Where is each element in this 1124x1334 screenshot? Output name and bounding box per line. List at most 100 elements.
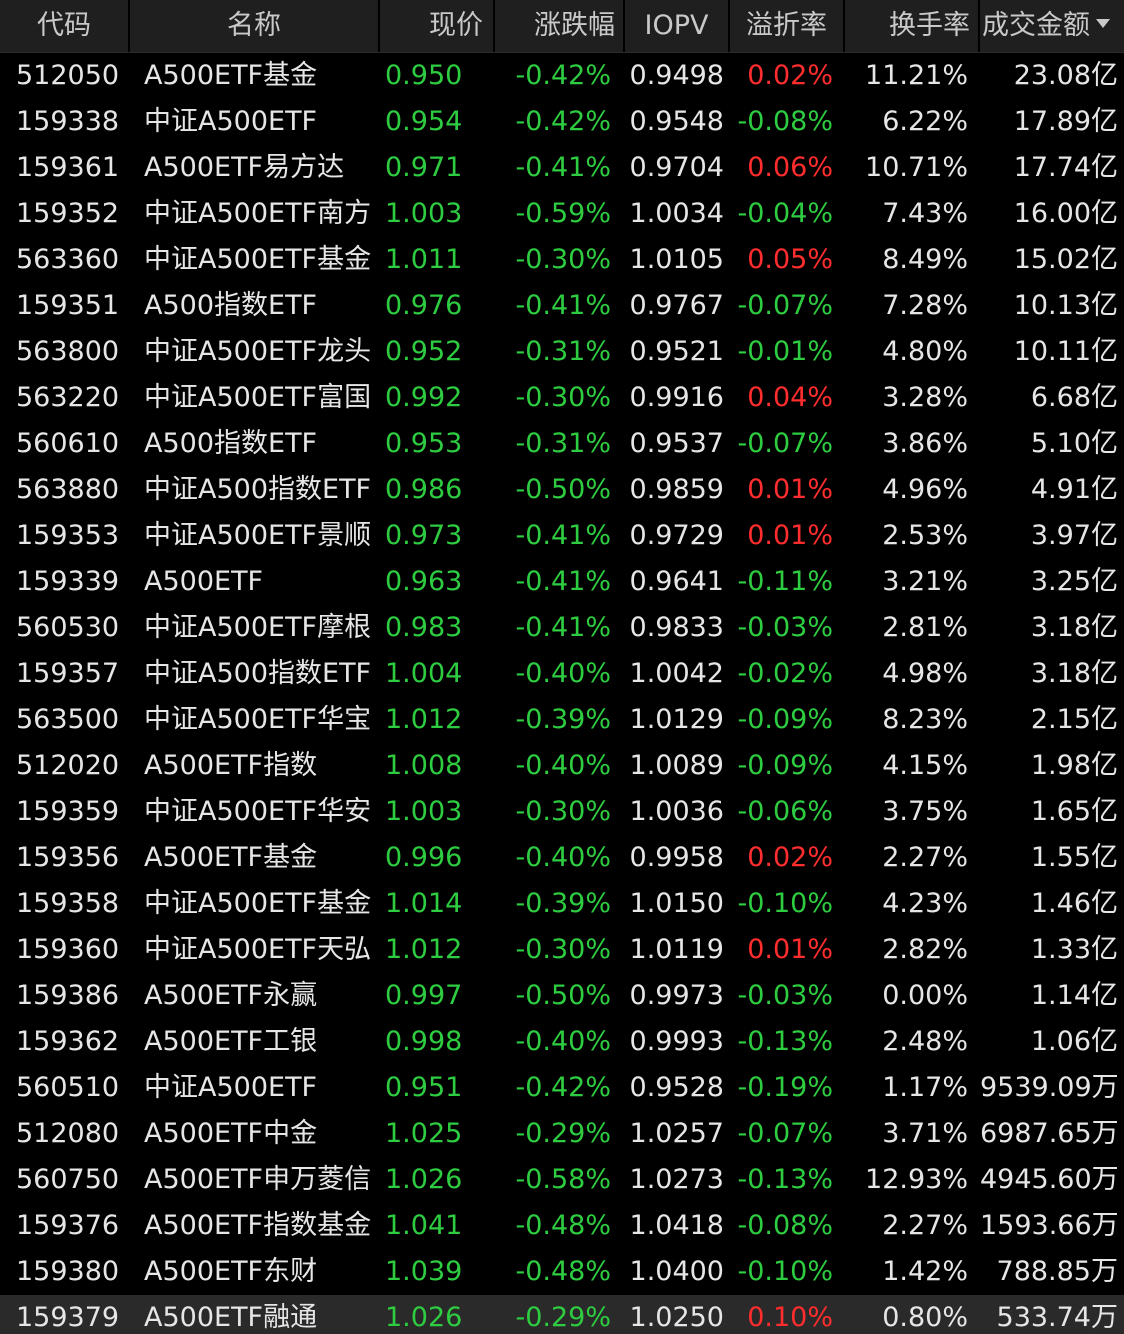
cell-code: 560610 — [16, 428, 120, 459]
cell-code: 159379 — [16, 1302, 120, 1333]
cell-iopv: 0.9528 — [629, 1072, 724, 1103]
cell-turnover: 2.53% — [882, 520, 968, 551]
cell-code: 159362 — [16, 1026, 120, 1057]
table-row[interactable]: 563500 中证A500ETF华宝 1.012 -0.39% 1.0129 -0.09%… — [0, 697, 1124, 743]
cell-change: -0.50% — [515, 980, 611, 1011]
table-row[interactable]: 159380 A500ETF东财 1.039 -0.48% 1.0400 -0.10% 1.… — [0, 1249, 1124, 1295]
cell-amount: 17.89亿 — [1013, 106, 1118, 137]
table-row[interactable]: 159359 中证A500ETF华安 1.003 -0.30% 1.0036 -0.06%… — [0, 789, 1124, 835]
cell-price: 1.012 — [385, 934, 463, 965]
table-row[interactable]: 159376 A500ETF指数基金 1.041 -0.48% 1.0418 -0.08%… — [0, 1203, 1124, 1249]
cell-change: -0.31% — [515, 428, 611, 459]
cell-price: 0.998 — [385, 1026, 463, 1057]
cell-price: 0.954 — [385, 106, 463, 137]
table-row[interactable]: 512020 A500ETF指数 1.008 -0.40% 1.0089 -0.09% 4.… — [0, 743, 1124, 789]
cell-name: 中证A500ETF — [144, 1072, 318, 1103]
cell-name: A500指数ETF — [144, 290, 318, 321]
cell-price: 0.971 — [385, 152, 463, 183]
table-row[interactable]: 563220 中证A500ETF富国 0.992 -0.30% 0.9916 0.04% 3… — [0, 375, 1124, 421]
table-row[interactable]: 563800 中证A500ETF龙头 0.952 -0.31% 0.9521 -0.01%… — [0, 329, 1124, 375]
cell-code: 159360 — [16, 934, 120, 965]
cell-change: -0.39% — [515, 704, 611, 735]
table-row[interactable]: 159361 A500ETF易方达 0.971 -0.41% 0.9704 0.06% 10… — [0, 145, 1124, 191]
cell-premium: 0.02% — [747, 842, 833, 873]
column-header-amount[interactable]: 成交金额 — [980, 0, 1124, 52]
cell-name: A500ETF基金 — [144, 842, 318, 873]
table-row[interactable]: 159352 中证A500ETF南方 1.003 -0.59% 1.0034 -0.04%… — [0, 191, 1124, 237]
table-row[interactable]: 159356 A500ETF基金 0.996 -0.40% 0.9958 0.02% 2.2… — [0, 835, 1124, 881]
cell-iopv: 0.9498 — [629, 60, 724, 91]
column-header-price[interactable]: 现价 — [380, 0, 495, 52]
cell-change: -0.41% — [515, 566, 611, 597]
table-row[interactable]: 159360 中证A500ETF天弘 1.012 -0.30% 1.0119 0.01% 2… — [0, 927, 1124, 973]
column-header-premium[interactable]: 溢折率 — [730, 0, 845, 52]
cell-premium: -0.07% — [737, 428, 833, 459]
cell-code: 159358 — [16, 888, 120, 919]
cell-name: 中证A500ETF基金 — [144, 244, 372, 275]
cell-iopv: 0.9641 — [629, 566, 724, 597]
table-row[interactable]: 159357 中证A500指数ETF 1.004 -0.40% 1.0042 -0.02%… — [0, 651, 1124, 697]
sort-desc-icon[interactable] — [1096, 19, 1110, 28]
cell-iopv: 1.0036 — [629, 796, 724, 827]
cell-price: 1.008 — [385, 750, 463, 781]
cell-code: 512050 — [16, 60, 120, 91]
table-row[interactable]: 560530 中证A500ETF摩根 0.983 -0.41% 0.9833 -0.03%… — [0, 605, 1124, 651]
cell-price: 0.950 — [385, 60, 463, 91]
table-row[interactable]: 563880 中证A500指数ETF 0.986 -0.50% 0.9859 0.01% 4… — [0, 467, 1124, 513]
table-row[interactable]: 159339 A500ETF 0.963 -0.41% 0.9641 -0.11% 3.21… — [0, 559, 1124, 605]
cell-change: -0.59% — [515, 198, 611, 229]
cell-premium: 0.01% — [747, 474, 833, 505]
table-row[interactable]: 563360 中证A500ETF基金 1.011 -0.30% 1.0105 0.05% 8… — [0, 237, 1124, 283]
cell-name: 中证A500指数ETF — [144, 658, 372, 689]
table-row[interactable]: 159353 中证A500ETF景顺 0.973 -0.41% 0.9729 0.01% 2… — [0, 513, 1124, 559]
cell-name: 中证A500ETF富国 — [144, 382, 372, 413]
cell-change: -0.42% — [515, 1072, 611, 1103]
cell-code: 159356 — [16, 842, 120, 873]
column-header-name[interactable]: 名称 — [130, 0, 380, 52]
table-row[interactable]: 560510 中证A500ETF 0.951 -0.42% 0.9528 -0.19% 1.… — [0, 1065, 1124, 1111]
cell-name: A500ETF中金 — [144, 1118, 318, 1149]
column-header-code[interactable]: 代码 — [0, 0, 130, 52]
cell-price: 0.986 — [385, 474, 463, 505]
column-header-change[interactable]: 涨跌幅 — [495, 0, 625, 52]
cell-amount: 3.97亿 — [1030, 520, 1118, 551]
cell-iopv: 0.9704 — [629, 152, 724, 183]
table-row[interactable]: 512050 A500ETF基金 0.950 -0.42% 0.9498 0.02% 11.… — [0, 53, 1124, 99]
column-header-iopv[interactable]: IOPV — [625, 0, 730, 52]
cell-price: 0.983 — [385, 612, 463, 643]
cell-name: A500ETF易方达 — [144, 152, 345, 183]
table-row[interactable]: 560610 A500指数ETF 0.953 -0.31% 0.9537 -0.07% 3.… — [0, 421, 1124, 467]
table-row[interactable]: 159386 A500ETF永赢 0.997 -0.50% 0.9973 -0.03% 0.… — [0, 973, 1124, 1019]
cell-code: 159351 — [16, 290, 120, 321]
cell-iopv: 1.0129 — [629, 704, 724, 735]
cell-turnover: 12.93% — [865, 1164, 968, 1195]
cell-iopv: 0.9958 — [629, 842, 724, 873]
cell-iopv: 0.9548 — [629, 106, 724, 137]
cell-change: -0.40% — [515, 1026, 611, 1057]
cell-iopv: 1.0034 — [629, 198, 724, 229]
column-header-turnover[interactable]: 换手率 — [845, 0, 980, 52]
cell-turnover: 3.86% — [882, 428, 968, 459]
table-row[interactable]: 159362 A500ETF工银 0.998 -0.40% 0.9993 -0.13% 2.… — [0, 1019, 1124, 1065]
table-row[interactable]: 159351 A500指数ETF 0.976 -0.41% 0.9767 -0.07% 7.… — [0, 283, 1124, 329]
cell-code: 159376 — [16, 1210, 120, 1241]
cell-price: 1.003 — [385, 796, 463, 827]
cell-name: 中证A500指数ETF — [144, 474, 372, 505]
cell-amount: 1.55亿 — [1030, 842, 1118, 873]
table-row[interactable]: 159358 中证A500ETF基金 1.014 -0.39% 1.0150 -0.10%… — [0, 881, 1124, 927]
cell-change: -0.41% — [515, 152, 611, 183]
cell-turnover: 11.21% — [865, 60, 968, 91]
cell-amount: 10.13亿 — [1013, 290, 1118, 321]
cell-price: 0.952 — [385, 336, 463, 367]
cell-amount: 1.65亿 — [1030, 796, 1118, 827]
cell-code: 563880 — [16, 474, 120, 505]
cell-code: 563500 — [16, 704, 120, 735]
cell-premium: -0.11% — [737, 566, 833, 597]
table-row[interactable]: 560750 A500ETF申万菱信 1.026 -0.58% 1.0273 -0.13%… — [0, 1157, 1124, 1203]
cell-price: 0.992 — [385, 382, 463, 413]
table-row[interactable]: 512080 A500ETF中金 1.025 -0.29% 1.0257 -0.07% 3.… — [0, 1111, 1124, 1157]
table-row[interactable]: 159338 中证A500ETF 0.954 -0.42% 0.9548 -0.08% 6.… — [0, 99, 1124, 145]
cell-amount: 6987.65万 — [980, 1118, 1119, 1149]
cell-code: 159353 — [16, 520, 120, 551]
table-row[interactable]: 159379 A500ETF融通 1.026 -0.29% 1.0250 0.10% 0.8… — [0, 1295, 1124, 1334]
